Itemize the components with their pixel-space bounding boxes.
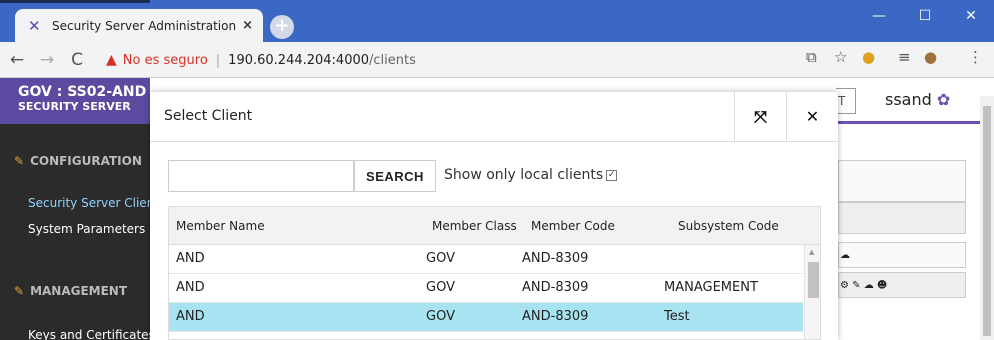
url-host: 190.60.244.204:4000 bbox=[228, 52, 370, 68]
cell-member-code: AND-8309 bbox=[522, 309, 589, 324]
titlebar-accent bbox=[0, 0, 150, 3]
scroll-up-icon[interactable]: ▲ bbox=[809, 248, 814, 256]
cell-member-name: AND bbox=[176, 309, 205, 324]
forward-icon[interactable]: → bbox=[34, 50, 60, 70]
brand-title: GOV : SS02-AND bbox=[18, 84, 147, 100]
user-name: ssand bbox=[885, 90, 932, 109]
table-row-selected[interactable]: AND GOV AND-8309 Test bbox=[169, 303, 803, 332]
url-path: /clients bbox=[369, 52, 416, 68]
wrench-icon: ✎ bbox=[14, 154, 25, 168]
close-icon[interactable]: ✕ bbox=[786, 92, 838, 142]
bg-panel bbox=[838, 160, 966, 202]
table-row[interactable]: AND GOV AND-8309 bbox=[169, 245, 803, 274]
translate-icon[interactable]: ⧉ bbox=[806, 48, 817, 66]
dialog-header: Select Client ⤧ ✕ bbox=[150, 92, 838, 142]
new-tab-button[interactable]: + bbox=[270, 15, 294, 39]
sidebar-item-keys-and-certificates[interactable]: Keys and Certificates bbox=[28, 328, 155, 340]
sidebar-section-management: ✎ MANAGEMENT bbox=[14, 284, 127, 298]
search-input[interactable] bbox=[168, 160, 354, 192]
column-subsystem-code[interactable]: Subsystem Code bbox=[678, 219, 779, 233]
cell-member-class: GOV bbox=[426, 251, 455, 266]
row-action-icons[interactable]: ⚙ ✎ ☁ ☻ bbox=[840, 280, 887, 291]
dialog-title: Select Client bbox=[164, 108, 253, 124]
wrench-icon: ✎ bbox=[14, 284, 25, 298]
xroad-favicon-icon: ✕ bbox=[28, 16, 41, 35]
local-clients-checkbox[interactable]: ✓ bbox=[606, 169, 618, 181]
column-member-class[interactable]: Member Class bbox=[432, 219, 517, 233]
menu-kebab-icon[interactable]: ⋮ bbox=[968, 48, 983, 66]
brand-subtitle: SECURITY SERVER bbox=[18, 100, 131, 113]
cell-member-name: AND bbox=[176, 280, 205, 295]
warning-icon: ▲ bbox=[106, 52, 117, 68]
browser-titlebar: ✕ Security Server Administration × + — ☐… bbox=[0, 0, 994, 42]
browser-toolbar: ← → C ▲ No es seguro | 190.60.244.204:40… bbox=[0, 42, 994, 78]
select-client-dialog: Select Client ⤧ ✕ SEARCH Show only local… bbox=[150, 92, 838, 340]
table-scrollbar-thumb[interactable] bbox=[808, 262, 819, 298]
sidebar-item-system-parameters[interactable]: System Parameters bbox=[28, 222, 145, 236]
gear-icon[interactable]: ✿ bbox=[937, 90, 950, 109]
local-clients-label: Show only local clients bbox=[444, 167, 604, 183]
address-bar[interactable]: ▲ No es seguro | 190.60.244.204:4000 /cl… bbox=[106, 47, 846, 73]
header-button[interactable]: T bbox=[836, 88, 856, 114]
section-label: MANAGEMENT bbox=[30, 284, 128, 298]
window-minimize-button[interactable]: — bbox=[856, 0, 902, 32]
cell-subsystem-code: Test bbox=[664, 309, 690, 324]
tab-title: Security Server Administration bbox=[52, 18, 237, 33]
window-close-button[interactable]: ✕ bbox=[948, 0, 994, 32]
table-row[interactable]: AND GOV AND-8309 MANAGEMENT bbox=[169, 274, 803, 303]
cell-member-name: AND bbox=[176, 251, 205, 266]
insecure-label: No es seguro bbox=[122, 52, 208, 68]
window-maximize-button[interactable]: ☐ bbox=[902, 0, 948, 32]
table-scrollbar[interactable]: ▲ bbox=[804, 245, 820, 339]
bg-row bbox=[838, 242, 966, 268]
app-brand: GOV : SS02-AND SECURITY SERVER bbox=[0, 78, 150, 124]
tab-close-icon[interactable]: × bbox=[242, 18, 253, 33]
expand-icon[interactable]: ⤧ bbox=[734, 92, 786, 142]
reload-icon[interactable]: C bbox=[64, 50, 90, 70]
reading-list-icon[interactable]: ≡ bbox=[898, 48, 911, 66]
page-scrollbar[interactable] bbox=[980, 96, 994, 340]
search-button[interactable]: SEARCH bbox=[354, 160, 436, 192]
sidebar-section-configuration: ✎ CONFIGURATION bbox=[14, 154, 142, 168]
back-icon[interactable]: ← bbox=[4, 50, 30, 70]
user-menu[interactable]: ssand ✿ bbox=[885, 90, 950, 109]
cell-member-code: AND-8309 bbox=[522, 280, 589, 295]
sidebar: ✎ CONFIGURATION Security Server Clients S… bbox=[0, 124, 165, 340]
clients-table: Member Name Member Class Member Code Sub… bbox=[168, 206, 821, 340]
column-member-code[interactable]: Member Code bbox=[531, 219, 615, 233]
extension-icon[interactable]: ● bbox=[862, 48, 875, 66]
profile-avatar-icon[interactable]: ● bbox=[924, 48, 937, 66]
section-label: CONFIGURATION bbox=[30, 154, 142, 168]
local-clients-toggle[interactable]: Show only local clients ✓ bbox=[444, 167, 618, 183]
cell-subsystem-code: MANAGEMENT bbox=[664, 280, 758, 295]
background-clients-table: ☁ ⚙ ✎ ☁ ☻ bbox=[838, 124, 994, 340]
address-separator: | bbox=[215, 52, 221, 68]
table-header: Member Name Member Class Member Code Sub… bbox=[169, 207, 820, 245]
browser-tab[interactable]: ✕ Security Server Administration × bbox=[15, 9, 263, 42]
cell-member-class: GOV bbox=[426, 309, 455, 324]
cell-member-code: AND-8309 bbox=[522, 251, 589, 266]
bg-table-header bbox=[838, 202, 966, 234]
sidebar-item-security-server-clients[interactable]: Security Server Clients bbox=[28, 196, 165, 210]
cell-member-class: GOV bbox=[426, 280, 455, 295]
page-scrollbar-thumb[interactable] bbox=[983, 106, 991, 336]
bookmark-star-icon[interactable]: ☆ bbox=[834, 48, 847, 66]
column-member-name[interactable]: Member Name bbox=[176, 219, 265, 233]
cloud-icon[interactable]: ☁ bbox=[840, 250, 850, 261]
